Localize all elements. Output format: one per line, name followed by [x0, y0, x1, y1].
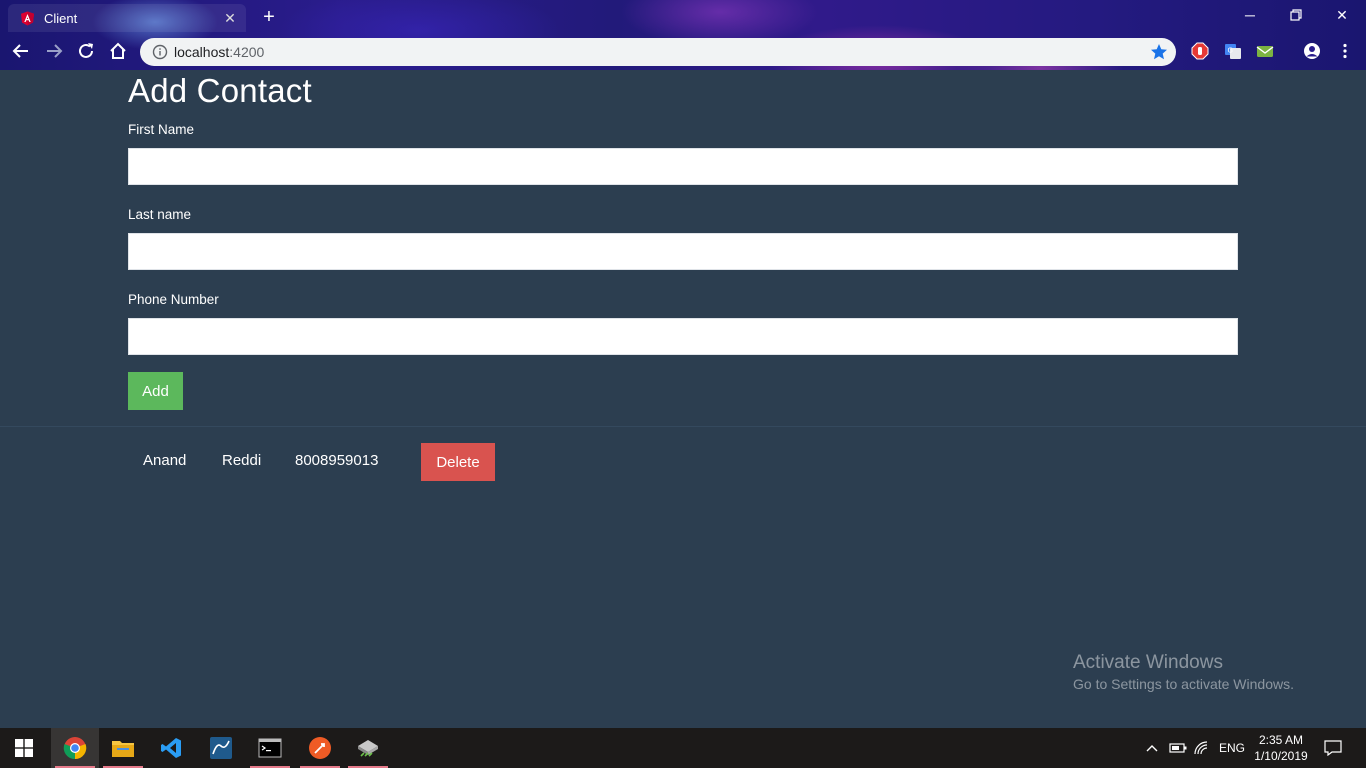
wifi-icon[interactable]	[1193, 728, 1209, 768]
close-window-button[interactable]: ✕	[1320, 4, 1364, 26]
clock-date: 1/10/2019	[1254, 749, 1308, 763]
bookmark-star-icon[interactable]	[1150, 43, 1168, 61]
contact-last-name: Reddi	[222, 452, 262, 469]
svg-text:G: G	[1228, 47, 1233, 55]
postman-icon	[309, 737, 331, 759]
profile-avatar-icon[interactable]	[1303, 42, 1321, 60]
tab-client[interactable]: Client ✕	[8, 4, 246, 32]
page-title: Add Contact	[128, 72, 312, 109]
tab-title: Client	[44, 10, 78, 26]
tab-close-icon[interactable]: ✕	[222, 10, 238, 26]
watermark-subtitle: Go to Settings to activate Windows.	[1073, 676, 1294, 692]
vscode-icon	[161, 738, 181, 758]
chrome-icon	[63, 737, 87, 760]
drive-icon	[358, 740, 378, 757]
watermark-title: Activate Windows	[1073, 652, 1223, 673]
new-tab-button[interactable]: +	[258, 7, 280, 29]
add-button[interactable]: Add	[128, 372, 183, 410]
taskbar-file-explorer[interactable]	[99, 728, 147, 768]
mysql-workbench-icon	[210, 737, 232, 759]
taskbar-chrome[interactable]	[51, 728, 99, 768]
terminal-icon	[258, 738, 282, 758]
phone-number-label: Phone Number	[128, 292, 219, 307]
clock-time: 2:35 AM	[1258, 733, 1304, 747]
taskbar-postman[interactable]	[296, 728, 344, 768]
taskbar-mysql-workbench[interactable]	[197, 728, 245, 768]
adblock-extension-icon[interactable]	[1191, 42, 1209, 60]
language-indicator[interactable]: ENG	[1219, 728, 1245, 768]
action-center-icon[interactable]	[1324, 728, 1342, 768]
mail-extension-icon[interactable]	[1256, 42, 1274, 60]
restore-button[interactable]	[1274, 4, 1318, 26]
forward-icon[interactable]	[43, 40, 65, 62]
activate-windows-watermark: Activate Windows Go to Settings to activ…	[1073, 652, 1294, 692]
file-explorer-icon	[112, 741, 134, 757]
menu-kebab-icon[interactable]	[1336, 42, 1354, 60]
taskbar-terminal[interactable]	[246, 728, 294, 768]
last-name-input[interactable]	[128, 233, 1238, 270]
tray-chevron-icon[interactable]	[1145, 728, 1159, 768]
back-icon[interactable]	[10, 40, 32, 62]
last-name-label: Last name	[128, 207, 192, 222]
address-bar[interactable]: localhost:4200	[140, 38, 1176, 66]
contact-phone: 8008959013	[295, 452, 379, 469]
first-name-input[interactable]	[128, 148, 1238, 185]
divider	[0, 426, 1366, 427]
start-button[interactable]	[0, 728, 48, 768]
reload-icon[interactable]	[75, 40, 97, 62]
first-name-label: First Name	[128, 122, 195, 137]
contact-first-name: Anand	[143, 452, 187, 469]
windows-logo-icon	[15, 739, 33, 757]
taskbar-vscode[interactable]	[147, 728, 195, 768]
taskbar-drive-tool[interactable]	[344, 728, 392, 768]
browser-chrome: Client ✕ + ─ ✕ localhost:4200 G	[0, 0, 1366, 70]
info-icon[interactable]	[152, 44, 168, 60]
windows-taskbar: ENG 2:35 AM 1/10/2019	[0, 728, 1366, 768]
taskbar-clock[interactable]: 2:35 AM 1/10/2019	[1248, 732, 1314, 764]
translate-extension-icon[interactable]: G	[1224, 42, 1242, 60]
app-page: Add Contact First Name Last name Phone N…	[0, 70, 1366, 728]
url-text: localhost:4200	[174, 44, 265, 60]
phone-number-input[interactable]	[128, 318, 1238, 355]
battery-icon[interactable]	[1169, 728, 1187, 768]
minimize-button[interactable]: ─	[1228, 4, 1272, 26]
angular-icon	[20, 11, 35, 26]
home-icon[interactable]	[107, 40, 129, 62]
delete-button[interactable]: Delete	[421, 443, 495, 481]
